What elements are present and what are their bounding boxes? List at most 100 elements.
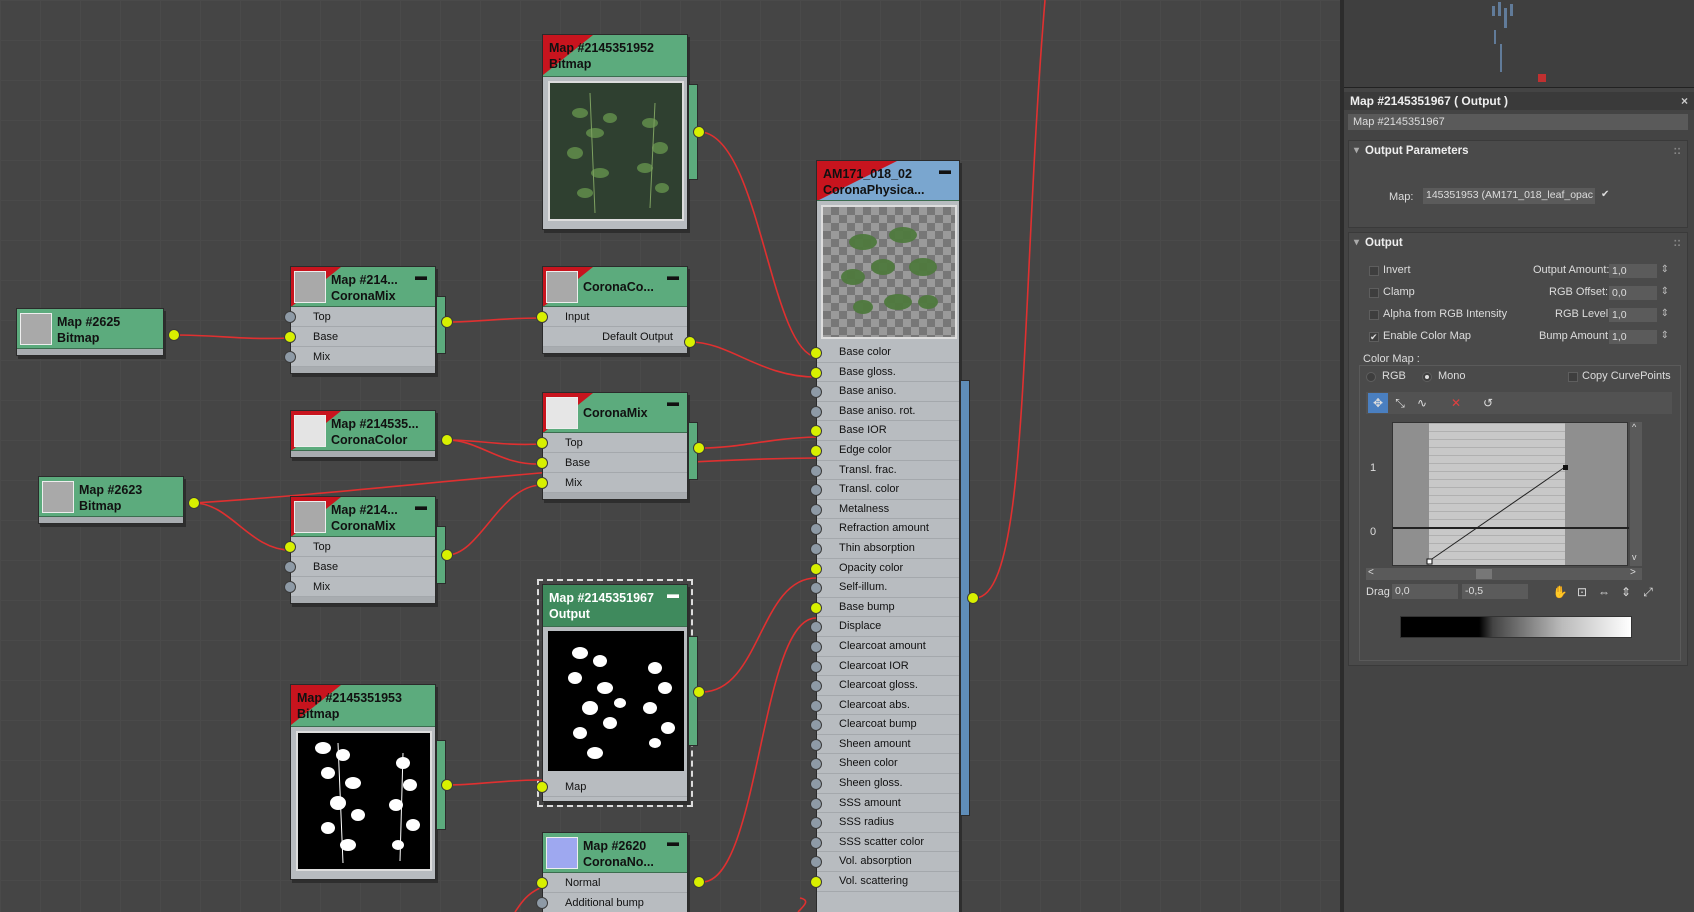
clamp-checkbox[interactable] xyxy=(1369,288,1379,298)
material-slot-row[interactable]: Base IOR xyxy=(810,421,959,441)
output-socket[interactable] xyxy=(693,876,705,888)
drag-handle-icon[interactable]: :: xyxy=(1673,141,1681,161)
node-map-2625[interactable]: Map #2625 Bitmap xyxy=(16,308,164,356)
node-output-1967[interactable]: Map #2145351967 Output ▬ Map xyxy=(536,579,693,807)
minimize-icon[interactable]: ▬ xyxy=(667,269,679,283)
mono-radio[interactable] xyxy=(1422,372,1432,382)
material-slot-row[interactable]: SSS radius xyxy=(810,813,959,833)
scale-point-icon[interactable]: ⤡ xyxy=(1390,393,1410,413)
material-slot-row[interactable]: Sheen color xyxy=(810,754,959,775)
rollout-header[interactable]: Output:: xyxy=(1349,233,1687,253)
alpha-from-rgb-checkbox[interactable] xyxy=(1369,310,1379,320)
input-socket[interactable] xyxy=(810,778,822,791)
output-socket[interactable] xyxy=(693,442,705,454)
bump-amount-spinner[interactable]: 1,0 xyxy=(1609,329,1669,344)
input-socket[interactable] xyxy=(810,542,822,555)
vertical-scrollbar[interactable]: ^ v xyxy=(1630,422,1642,566)
output-row-default[interactable]: Default Output xyxy=(543,327,687,347)
navigator-view[interactable] xyxy=(1344,0,1694,88)
input-socket[interactable] xyxy=(810,660,822,673)
input-row-base[interactable]: Base xyxy=(284,327,435,347)
node-corona-color[interactable]: Map #214535... CoronaColor xyxy=(290,410,436,458)
material-slot-row[interactable]: Base gloss. xyxy=(810,363,959,383)
reset-curve-icon[interactable]: ↺ xyxy=(1478,393,1498,413)
input-row-map[interactable]: Map xyxy=(536,777,687,797)
input-socket[interactable] xyxy=(810,562,822,575)
output-socket[interactable] xyxy=(684,336,696,348)
rgb-level-spinner[interactable]: 1,0 xyxy=(1609,307,1669,322)
copy-curve-points-checkbox[interactable] xyxy=(1568,372,1578,382)
input-socket[interactable] xyxy=(810,817,822,830)
node-corona-mix-2[interactable]: Map #214... CoronaMix ▬ Top Base Mix xyxy=(284,496,436,604)
zoom-vertical-icon[interactable]: ⇕ xyxy=(1616,582,1636,602)
material-slot-row[interactable]: Metalness xyxy=(810,500,959,520)
input-row-mix[interactable]: Mix xyxy=(284,347,435,367)
horizontal-scrollbar[interactable]: < > xyxy=(1366,567,1642,580)
input-row-top[interactable]: Top xyxy=(284,307,435,327)
material-slot-row[interactable]: Transl. color xyxy=(810,480,959,500)
input-socket[interactable] xyxy=(810,680,822,693)
minimize-icon[interactable]: ▬ xyxy=(939,163,951,177)
output-socket[interactable] xyxy=(168,329,180,341)
input-socket[interactable] xyxy=(810,405,822,418)
zoom-extents-icon[interactable]: ⊡ xyxy=(1572,582,1592,602)
map-slot-button[interactable]: 145351953 (AM171_018_leaf_opac xyxy=(1423,188,1595,204)
material-slot-row[interactable]: Clearcoat gloss. xyxy=(810,676,959,696)
rgb-offset-spinner[interactable]: 0,0 xyxy=(1609,285,1669,300)
node-corona-mix-1[interactable]: Map #214... CoronaMix ▬ Top Base Mix xyxy=(284,266,436,374)
enable-color-map-checkbox[interactable]: ✔ xyxy=(1369,332,1379,342)
zoom-region-icon[interactable]: ⤢ xyxy=(1638,582,1658,602)
input-socket[interactable] xyxy=(810,386,822,399)
close-icon[interactable]: × xyxy=(1681,92,1688,110)
input-row-base[interactable]: Base xyxy=(536,453,687,473)
node-map-2623[interactable]: Map #2623 Bitmap xyxy=(38,476,184,524)
minimize-icon[interactable]: ▬ xyxy=(667,395,679,409)
node-corona-physical-material[interactable]: AM171_018_02 CoronaPhysica... ▬ Base color… xyxy=(810,160,960,912)
input-socket[interactable] xyxy=(810,523,822,536)
scroll-up-icon[interactable]: ^ xyxy=(1632,422,1636,432)
output-socket[interactable] xyxy=(693,126,705,138)
material-slot-row[interactable]: Clearcoat IOR xyxy=(810,657,959,677)
input-socket[interactable] xyxy=(810,464,822,477)
material-slot-row[interactable]: Edge color xyxy=(810,441,959,461)
output-socket[interactable] xyxy=(188,497,200,509)
input-socket[interactable] xyxy=(810,582,822,595)
input-row-top[interactable]: Top xyxy=(284,537,435,557)
material-slot-row[interactable]: Opacity color xyxy=(810,559,959,579)
input-socket[interactable] xyxy=(810,856,822,869)
material-slot-row[interactable]: Vol. absorption xyxy=(810,852,959,873)
node-bitmap-1952[interactable]: Map #2145351952 Bitmap xyxy=(542,34,688,230)
scroll-down-icon[interactable]: v xyxy=(1632,552,1637,562)
pan-hand-icon[interactable]: ✋ xyxy=(1550,582,1570,602)
input-socket[interactable] xyxy=(810,347,822,359)
material-slot-row[interactable]: SSS scatter color xyxy=(810,833,959,853)
material-slot-row[interactable]: Base aniso. xyxy=(810,382,959,402)
check-icon[interactable]: ✔ xyxy=(1601,189,1609,200)
output-socket[interactable] xyxy=(441,549,453,561)
input-socket[interactable] xyxy=(810,425,822,438)
minimize-icon[interactable]: ▬ xyxy=(415,499,427,513)
output-socket[interactable] xyxy=(967,592,979,604)
input-row-normal[interactable]: Normal xyxy=(536,873,687,893)
material-slot-row[interactable]: Displace xyxy=(810,617,959,637)
input-row-base[interactable]: Base xyxy=(284,557,435,577)
material-slot-row[interactable]: Base color xyxy=(810,343,959,363)
node-corona-color-correct[interactable]: CoronaCo... ▬ Input Default Output xyxy=(536,266,688,354)
node-bitmap-1953[interactable]: Map #2145351953 Bitmap xyxy=(290,684,436,880)
input-socket[interactable] xyxy=(810,699,822,712)
map-name-field[interactable]: Map #2145351967 xyxy=(1348,114,1688,130)
minimize-icon[interactable]: ▬ xyxy=(667,835,679,849)
invert-checkbox[interactable] xyxy=(1369,266,1379,276)
scroll-left-icon[interactable]: < xyxy=(1368,567,1374,578)
material-slot-row[interactable]: Self-illum. xyxy=(810,578,959,598)
input-row-additional-bump[interactable]: Additional bump xyxy=(536,893,687,912)
node-corona-mix-3[interactable]: CoronaMix ▬ Top Base Mix xyxy=(536,392,688,500)
material-slot-row[interactable]: Sheen gloss. xyxy=(810,774,959,794)
input-socket[interactable] xyxy=(810,621,822,634)
material-slot-row[interactable]: SSS amount xyxy=(810,794,959,814)
rgb-radio[interactable] xyxy=(1366,372,1376,382)
minimize-icon[interactable]: ▬ xyxy=(415,269,427,283)
input-socket[interactable] xyxy=(810,366,822,379)
input-socket[interactable] xyxy=(810,444,822,457)
input-row-top[interactable]: Top xyxy=(536,433,687,453)
